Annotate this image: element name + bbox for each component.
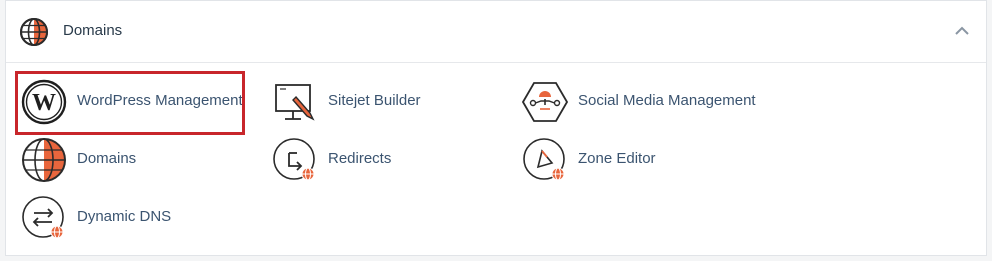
monitor-pencil-icon [275, 84, 315, 121]
highlight-box [15, 71, 245, 135]
tool-redirects[interactable]: Redirects [272, 135, 422, 185]
tool-dynamic-dns[interactable]: Dynamic DNS [21, 193, 181, 243]
tool-label: Zone Editor [578, 150, 656, 167]
tool-label: Social Media Management [578, 92, 756, 109]
globe-icon [22, 138, 66, 182]
tool-social-media-management[interactable]: Social Media Management [522, 77, 762, 127]
globe-icon [20, 18, 48, 46]
tool-label: Dynamic DNS [77, 208, 172, 225]
tool-domains[interactable]: Domains [21, 135, 161, 185]
tool-label: Redirects [328, 150, 392, 167]
social-media-hexagon-icon [522, 82, 568, 122]
tool-label: Sitejet Builder [328, 92, 421, 109]
redirect-arrow-icon [273, 138, 315, 181]
chevron-up-icon[interactable] [954, 25, 970, 37]
section-header[interactable]: Domains [6, 1, 986, 63]
tool-sitejet-builder[interactable]: Sitejet Builder [272, 77, 462, 127]
section-title: Domains [63, 22, 123, 39]
zone-editor-icon [523, 138, 565, 181]
tool-label: Domains [77, 150, 137, 167]
dynamic-dns-icon [22, 196, 64, 239]
domains-section-panel: Domains W WordPress Management Sitejet B… [5, 0, 987, 256]
tool-zone-editor[interactable]: Zone Editor [522, 135, 672, 185]
